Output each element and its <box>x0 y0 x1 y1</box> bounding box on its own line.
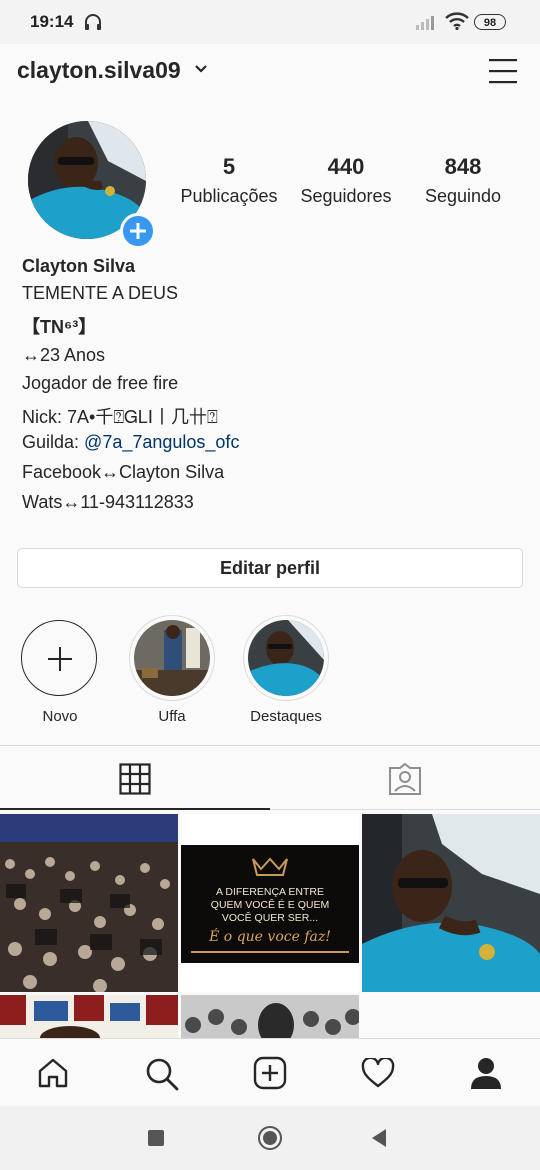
crown-logo-icon <box>252 857 288 876</box>
signal-icon <box>416 16 434 30</box>
bio-line: 【TN⁶³】 <box>22 317 97 337</box>
quote-post: A DIFERENÇA ENTRE QUEM VOCÊ É E QUEM VOC… <box>181 845 359 963</box>
grid-icon <box>119 763 151 795</box>
stat-following-label: Seguindo <box>424 186 502 206</box>
edit-profile-button[interactable]: Editar perfil <box>17 548 523 588</box>
recents-icon[interactable] <box>148 1130 164 1146</box>
highlight-new-circle <box>21 620 97 696</box>
bio-line: Nick: 7A•千⍰ᏀLⅠ丨几卄⍰ <box>22 407 218 427</box>
home-icon[interactable] <box>37 1057 69 1089</box>
profile-name: Clayton Silva <box>22 256 136 276</box>
quote-line: É o que voce faz! <box>209 929 331 945</box>
highlight-destaques[interactable] <box>243 615 329 701</box>
bio-guild-prefix: Guilda: <box>22 432 85 452</box>
guild-mention-link[interactable]: @7a_7angulos_ofc <box>84 432 239 452</box>
home-button-icon[interactable] <box>258 1126 282 1150</box>
tab-active-indicator <box>0 808 270 810</box>
post-thumbnail[interactable] <box>181 995 359 1038</box>
highlight-new[interactable] <box>21 620 97 696</box>
bottom-navigation <box>0 1038 540 1106</box>
bio-line: TEMENTE A DEUS <box>22 283 179 303</box>
wifi-icon <box>445 12 469 30</box>
divider <box>270 809 540 810</box>
bio-guild: Guilda: @7a_7angulos_ofc <box>22 432 239 453</box>
bio-line: Wats↔11-943112833 <box>22 492 194 512</box>
menu-icon[interactable] <box>488 57 518 85</box>
status-bar: 19:14 98 <box>0 0 540 44</box>
headphones-icon <box>85 14 101 30</box>
plus-icon <box>48 647 72 671</box>
post-thumbnail[interactable] <box>0 814 178 992</box>
quote-line: A DIFERENÇA ENTRE <box>216 886 324 898</box>
highlight-label: Destaques <box>250 708 322 725</box>
bio-line: Jogador de free fire <box>22 373 179 393</box>
bio-line: ↔23 Anos <box>22 345 106 365</box>
post-thumbnail[interactable]: A DIFERENÇA ENTRE QUEM VOCÊ É E QUEM VOC… <box>181 814 359 992</box>
stat-following[interactable]: 848 Seguindo <box>393 154 533 207</box>
status-time: 19:14 <box>30 12 74 31</box>
profile-icon[interactable] <box>470 1056 502 1090</box>
highlight-label: Novo <box>42 708 78 725</box>
tagged-icon <box>389 763 421 795</box>
tab-grid[interactable] <box>0 746 270 808</box>
add-story-button[interactable] <box>120 213 156 249</box>
chevron-down-icon[interactable] <box>194 62 208 76</box>
divider <box>191 951 349 953</box>
quote-line: QUEM VOCÊ É E QUEM <box>210 899 330 911</box>
highlight-label: Uffa <box>158 708 186 725</box>
bio-line: Facebook↔Clayton Silva <box>22 462 225 482</box>
tab-tagged[interactable] <box>270 746 540 808</box>
new-post-icon[interactable] <box>253 1056 287 1090</box>
battery-indicator: 98 <box>474 14 506 30</box>
post-thumbnail[interactable] <box>362 814 540 992</box>
heart-icon[interactable] <box>361 1058 395 1088</box>
post-thumbnail[interactable] <box>0 995 178 1038</box>
stat-following-value: 848 <box>444 154 482 179</box>
back-icon[interactable] <box>370 1128 388 1148</box>
highlight-uffa[interactable] <box>129 615 215 701</box>
quote-line: VOCÊ QUER SER... <box>221 912 319 924</box>
search-icon[interactable] <box>145 1057 179 1091</box>
system-navigation <box>0 1106 540 1170</box>
plus-icon <box>130 223 146 239</box>
username-switcher[interactable]: clayton.silva09 <box>17 57 181 84</box>
